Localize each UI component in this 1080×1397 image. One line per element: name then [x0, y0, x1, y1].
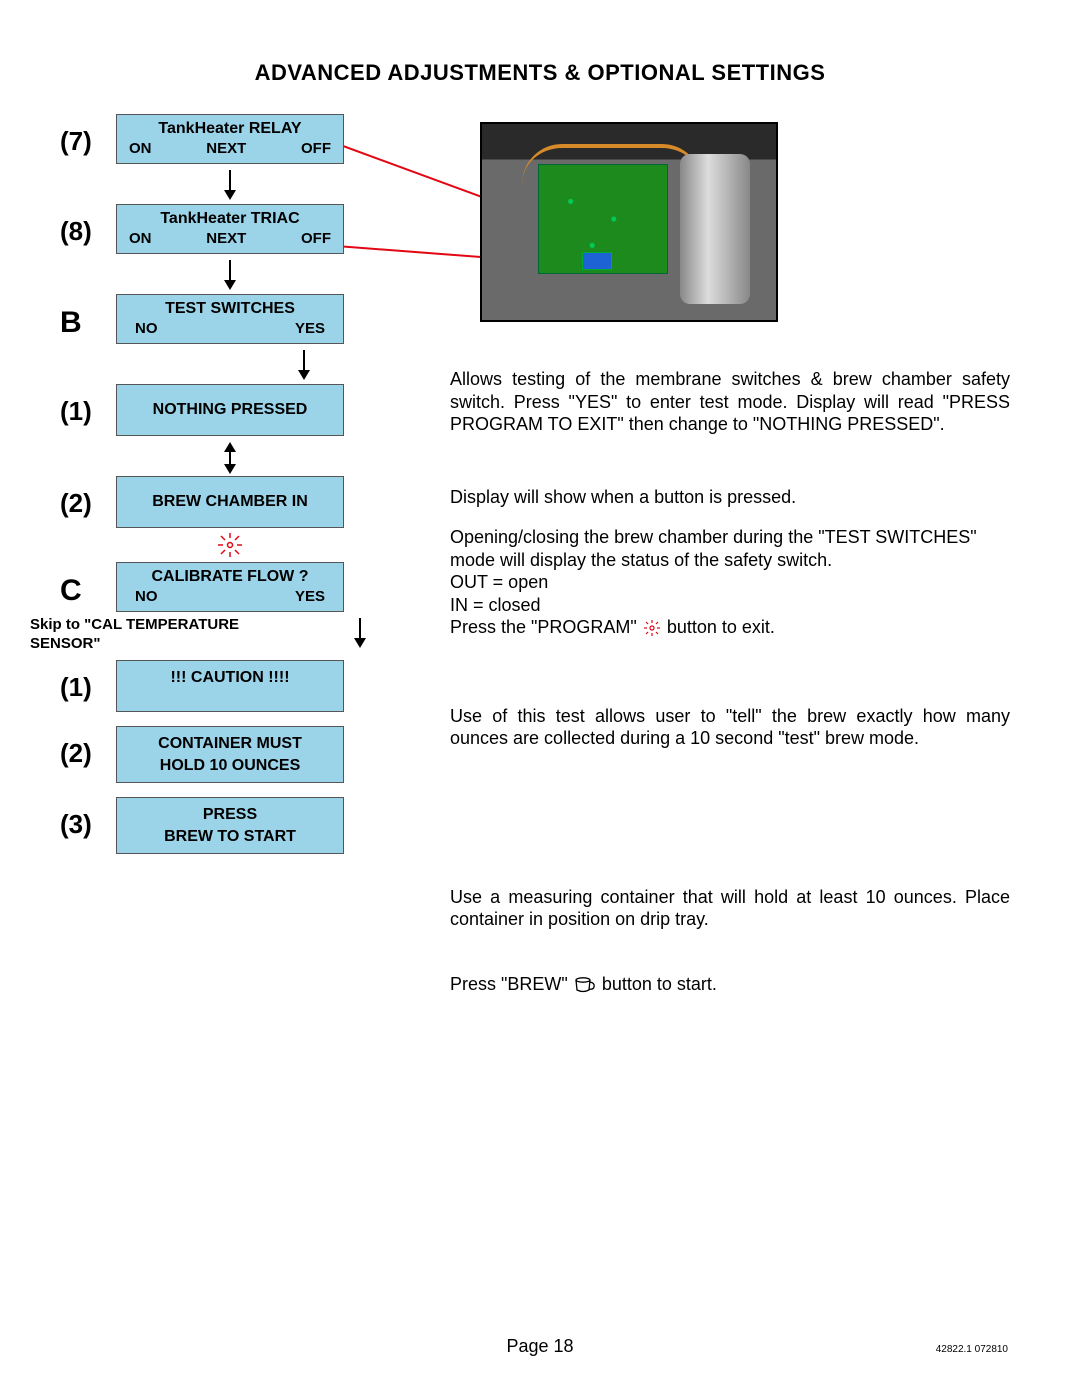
- lcd-title: TankHeater TRIAC: [117, 206, 343, 230]
- device-photo: [480, 122, 778, 322]
- opt-yes: YES: [295, 588, 325, 605]
- opt-next: NEXT: [206, 230, 246, 247]
- step-C1-row: (1) !!! CAUTION !!!!: [60, 660, 480, 712]
- right-column: Allows testing of the membrane switches …: [450, 114, 1010, 995]
- step-7-num: (7): [60, 114, 116, 157]
- lcd-text: CONTAINER MUST HOLD 10 OUNCES: [117, 727, 343, 782]
- lcd-options: NO YES: [117, 588, 343, 611]
- program-sun-icon: [642, 619, 662, 637]
- p6-pre: Press "BREW": [450, 974, 573, 994]
- lcd-nothing-pressed: NOTHING PRESSED: [116, 384, 344, 436]
- p3c: IN = closed: [450, 595, 541, 615]
- step-C3-num: (3): [60, 797, 116, 840]
- double-arrow-icon: [116, 440, 344, 476]
- opt-on: ON: [129, 230, 152, 247]
- page-number: Page 18: [0, 1336, 1080, 1357]
- opt-no: NO: [135, 320, 158, 337]
- lcd-calibrate-flow: CALIBRATE FLOW ? NO YES: [116, 562, 344, 612]
- p3d-post: button to exit.: [667, 617, 775, 637]
- step-C-num: C: [60, 562, 116, 608]
- lcd-title: TankHeater RELAY: [117, 116, 343, 140]
- opt-no: NO: [135, 588, 158, 605]
- arrow-down-icon: [116, 348, 344, 384]
- step-C3-row: (3) PRESS BREW TO START: [60, 797, 480, 854]
- lcd-press-brew: PRESS BREW TO START: [116, 797, 344, 854]
- desc-container: Use a measuring container that will hold…: [450, 886, 1010, 931]
- lcd-test-switches: TEST SWITCHES NO YES: [116, 294, 344, 344]
- arrow-down-icon: [116, 168, 344, 204]
- step-C1-num: (1): [60, 660, 116, 703]
- arrow-down-icon: [172, 616, 400, 652]
- lcd-options: ON NEXT OFF: [117, 230, 343, 253]
- opt-on: ON: [129, 140, 152, 157]
- lcd-line1: CONTAINER MUST: [123, 733, 337, 755]
- opt-next: NEXT: [206, 140, 246, 157]
- arrow-down-icon: [116, 258, 344, 294]
- lcd-options: NO YES: [117, 320, 343, 343]
- step-C2-num: (2): [60, 726, 116, 769]
- lcd-text: NOTHING PRESSED: [117, 387, 343, 433]
- desc-display-button: Display will show when a button is press…: [450, 486, 1010, 509]
- desc-press-brew: Press "BREW" button to start.: [450, 973, 1010, 996]
- step-B2-num: (2): [60, 476, 116, 519]
- lcd-line1: PRESS: [123, 804, 337, 826]
- desc-test-switches: Allows testing of the membrane switches …: [450, 368, 1010, 436]
- step-B1-row: (1) NOTHING PRESSED: [60, 384, 480, 436]
- p3b: OUT = open: [450, 572, 548, 592]
- lcd-line2: BREW TO START: [123, 826, 337, 848]
- doc-code: 42822.1 072810: [936, 1344, 1008, 1355]
- step-8-row: (8) TankHeater TRIAC ON NEXT OFF: [60, 204, 480, 254]
- p6-post: button to start.: [602, 974, 717, 994]
- step-B2-row: (2) BREW CHAMBER IN: [60, 476, 480, 528]
- lcd-tankheater-triac: TankHeater TRIAC ON NEXT OFF: [116, 204, 344, 254]
- lcd-caution: !!! CAUTION !!!!: [116, 660, 344, 712]
- lcd-title: TEST SWITCHES: [117, 296, 343, 320]
- p3d-pre: Press the "PROGRAM": [450, 617, 642, 637]
- step-C-row: C CALIBRATE FLOW ? NO YES: [60, 562, 480, 612]
- step-C2-row: (2) CONTAINER MUST HOLD 10 OUNCES: [60, 726, 480, 783]
- lcd-tankheater-relay: TankHeater RELAY ON NEXT OFF: [116, 114, 344, 164]
- program-sun-icon: [116, 532, 344, 562]
- desc-brew-chamber: Opening/closing the brew chamber during …: [450, 526, 1010, 639]
- lcd-line2: HOLD 10 OUNCES: [123, 755, 337, 777]
- step-B-row: B TEST SWITCHES NO YES: [60, 294, 480, 344]
- p3a: Opening/closing the brew chamber during …: [450, 527, 977, 570]
- step-B1-num: (1): [60, 384, 116, 427]
- lcd-text: BREW CHAMBER IN: [117, 479, 343, 525]
- opt-yes: YES: [295, 320, 325, 337]
- step-8-num: (8): [60, 204, 116, 247]
- lcd-title: CALIBRATE FLOW ?: [117, 564, 343, 588]
- lcd-options: ON NEXT OFF: [117, 140, 343, 163]
- step-7-row: (7) TankHeater RELAY ON NEXT OFF: [60, 114, 480, 164]
- lcd-text: !!! CAUTION !!!!: [117, 663, 343, 709]
- left-column: (7) TankHeater RELAY ON NEXT OFF (8) Tan…: [60, 114, 480, 858]
- page-title: ADVANCED ADJUSTMENTS & OPTIONAL SETTINGS: [0, 0, 1080, 114]
- opt-off: OFF: [301, 230, 331, 247]
- cup-icon: [573, 976, 597, 994]
- lcd-text: PRESS BREW TO START: [117, 798, 343, 853]
- step-B-num: B: [60, 294, 116, 340]
- lcd-container-must: CONTAINER MUST HOLD 10 OUNCES: [116, 726, 344, 783]
- lcd-brew-chamber-in: BREW CHAMBER IN: [116, 476, 344, 528]
- desc-calibrate-flow: Use of this test allows user to "tell" t…: [450, 705, 1010, 750]
- opt-off: OFF: [301, 140, 331, 157]
